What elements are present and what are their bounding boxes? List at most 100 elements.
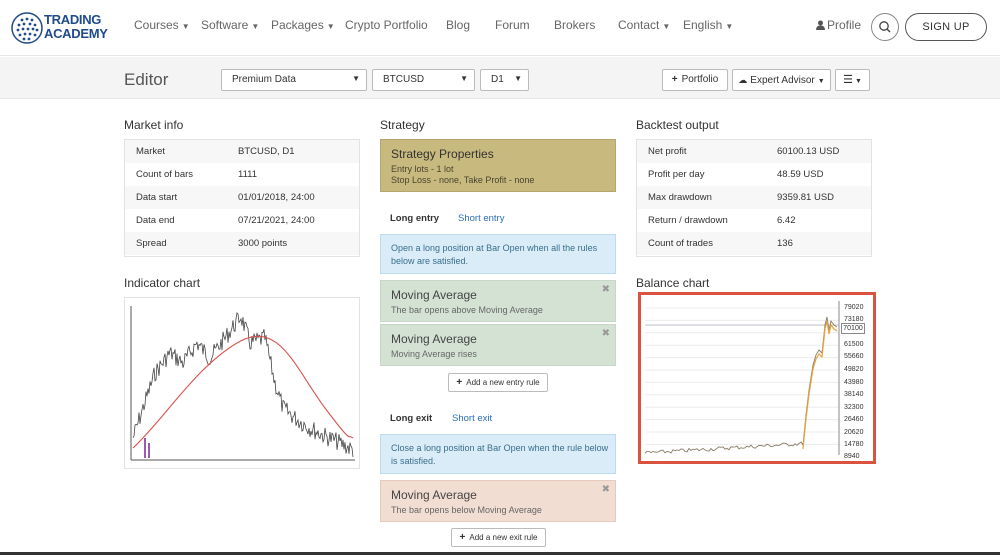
rule-title: Moving Average <box>391 288 477 302</box>
exit-info-text: Close a long position at Bar Open when t… <box>391 443 609 466</box>
chevron-down-icon: ▼ <box>662 22 671 31</box>
balance-chart[interactable]: 79020 73180 61500 55660 49820 43980 3814… <box>638 292 876 464</box>
rule-description: Moving Average rises <box>391 349 477 359</box>
indicator-chart-canvas <box>130 306 355 461</box>
y-tick-label: 14780 <box>844 441 864 448</box>
indicator-chart-title: Indicator chart <box>124 276 201 290</box>
chevron-down-icon: ▼ <box>514 74 522 83</box>
chevron-down-icon: ▼ <box>460 74 468 83</box>
search-icon <box>879 21 891 33</box>
y-tick-label: 20620 <box>844 429 864 436</box>
indicator-chart[interactable] <box>124 297 360 469</box>
signup-button[interactable]: SIGN UP <box>905 13 987 41</box>
backtest-table: Net profit 60100.13 USD Profit per day 48.… <box>636 139 872 257</box>
chevron-down-icon: ▼ <box>817 78 825 85</box>
globe-icon <box>11 12 43 44</box>
table-row: Count of bars 1111 <box>136 169 258 180</box>
nav-blog[interactable]: Blog <box>446 18 470 32</box>
period-select[interactable]: D1 ▼ <box>480 69 529 91</box>
brand-line1: TRADING <box>44 12 102 27</box>
menu-button[interactable]: ☰ ▼ <box>835 69 870 91</box>
strategy-properties-card[interactable]: Strategy Properties Entry lots - 1 lot S… <box>380 139 616 192</box>
plus-icon: + <box>671 74 678 85</box>
y-tick-label: 26460 <box>844 416 864 423</box>
add-entry-rule-button[interactable]: + Add a new entry rule <box>448 373 548 392</box>
search-button[interactable] <box>871 13 899 41</box>
close-icon[interactable]: ✖ <box>602 328 610 339</box>
exit-rule-card[interactable]: Moving Average The bar opens below Movin… <box>380 480 616 522</box>
equity-line <box>644 316 838 454</box>
portfolio-button[interactable]: + Portfolio <box>662 69 728 91</box>
nav-crypto-portfolio[interactable]: Crypto Portfolio <box>345 18 428 32</box>
chevron-down-icon: ▼ <box>854 78 862 85</box>
logo[interactable]: TRADING ACADEMY <box>8 9 118 47</box>
chevron-down-icon: ▼ <box>725 22 734 31</box>
balance-chart-canvas <box>644 301 840 455</box>
y-tick-label: 43980 <box>844 379 864 386</box>
y-tick-label: 38140 <box>844 391 864 398</box>
table-row: Spread 3000 points <box>125 232 359 255</box>
profile-label: Profile <box>827 18 862 32</box>
entry-lots-text: Entry lots - 1 lot <box>391 164 454 174</box>
data-source-value: Premium Data <box>232 74 296 85</box>
page-title: Editor <box>124 70 169 89</box>
symbol-select[interactable]: BTCUSD ▼ <box>372 69 475 91</box>
current-balance-tag: 70100 <box>841 323 865 334</box>
top-navbar: TRADING ACADEMY Courses ▼ Software ▼ Packa… <box>0 0 1000 56</box>
nav-forum[interactable]: Forum <box>495 18 530 32</box>
table-row: Max drawdown 9359.81 USD <box>637 186 871 209</box>
user-icon <box>816 20 825 30</box>
entry-info-box: Open a long position at Bar Open when al… <box>380 234 616 274</box>
plus-icon: + <box>456 377 463 388</box>
strategy-properties-title: Strategy Properties <box>391 147 494 161</box>
chevron-down-icon: ▼ <box>326 22 335 31</box>
table-row: Net profit 60100.13 USD <box>637 140 871 163</box>
tab-short-exit[interactable]: Short exit <box>452 413 492 424</box>
table-row: Count of trades 136 <box>637 232 871 255</box>
chevron-down-icon: ▼ <box>352 74 360 83</box>
nav-language[interactable]: English ▼ <box>683 18 733 32</box>
period-value: D1 <box>491 74 504 85</box>
add-exit-rule-button[interactable]: + Add a new exit rule <box>451 528 546 547</box>
moving-average-line <box>132 335 354 449</box>
market-info-table: Market BTCUSD, D1 Count of bars 1111 Data … <box>124 139 360 257</box>
cloud-download-icon: ☁ <box>738 75 748 85</box>
editor-toolbar: Editor Premium Data ▼ BTCUSD ▼ D1 ▼ + Portfo… <box>0 57 1000 99</box>
symbol-value: BTCUSD <box>383 74 425 85</box>
data-source-select[interactable]: Premium Data ▼ <box>221 69 367 91</box>
entry-info-text: Open a long position at Bar Open when al… <box>391 243 598 266</box>
balance-line <box>802 320 838 450</box>
expert-advisor-button[interactable]: ☁ Expert Advisor ▼ <box>732 69 831 91</box>
rule-title: Moving Average <box>391 488 477 502</box>
y-tick-label: 32300 <box>844 404 864 411</box>
nav-packages[interactable]: Packages ▼ <box>271 18 335 32</box>
profile-link[interactable]: Profile <box>816 18 861 32</box>
nav-courses[interactable]: Courses ▼ <box>134 18 190 32</box>
tab-long-entry[interactable]: Long entry <box>390 213 439 224</box>
hamburger-icon: ☰ <box>843 74 853 86</box>
brand-line2: ACADEMY <box>44 26 108 41</box>
backtest-title: Backtest output <box>636 118 719 132</box>
tab-long-exit[interactable]: Long exit <box>390 413 432 424</box>
table-row: Return / drawdown 6.42 <box>648 215 796 226</box>
nav-brokers[interactable]: Brokers <box>554 18 595 32</box>
rule-description: The bar opens below Moving Average <box>391 505 542 515</box>
market-info-title: Market info <box>124 118 184 132</box>
y-tick-label: 73180 <box>844 316 864 323</box>
close-icon[interactable]: ✖ <box>602 484 610 495</box>
entry-rule-card[interactable]: Moving Average Moving Average rises ✖ <box>380 324 616 366</box>
y-tick-label: 55660 <box>844 353 864 360</box>
chevron-down-icon: ▼ <box>251 22 260 31</box>
exit-info-box: Close a long position at Bar Open when t… <box>380 434 616 474</box>
table-row: Data start 01/01/2018, 24:00 <box>125 186 359 209</box>
rule-description: The bar opens above Moving Average <box>391 305 543 315</box>
y-tick-label: 8940 <box>844 453 860 460</box>
chevron-down-icon: ▼ <box>181 22 190 31</box>
rule-title: Moving Average <box>391 332 477 346</box>
tab-short-entry[interactable]: Short entry <box>458 213 504 224</box>
entry-rule-card[interactable]: Moving Average The bar opens above Movin… <box>380 280 616 322</box>
nav-contact[interactable]: Contact ▼ <box>618 18 670 32</box>
nav-software[interactable]: Software ▼ <box>201 18 259 32</box>
close-icon[interactable]: ✖ <box>602 284 610 295</box>
sl-tp-text: Stop Loss - none, Take Profit - none <box>391 175 535 185</box>
